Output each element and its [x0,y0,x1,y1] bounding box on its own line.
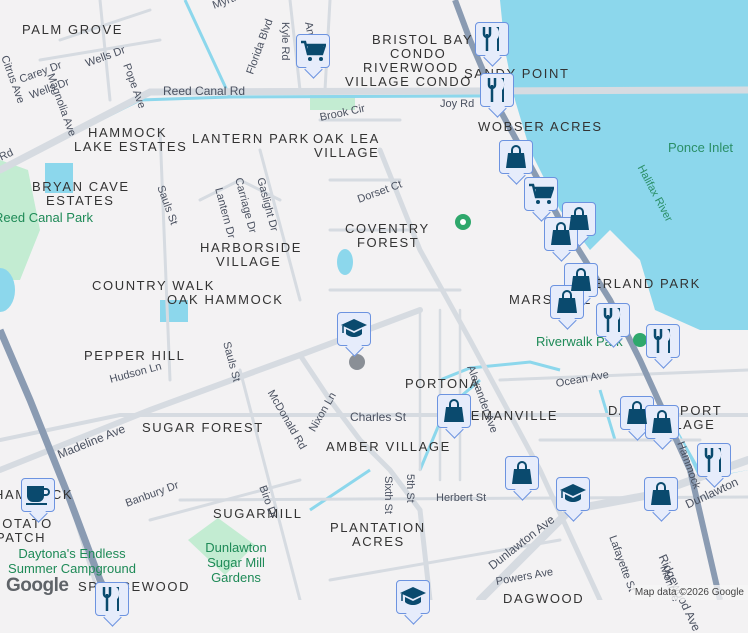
marker-grocery[interactable] [524,177,558,211]
shopping-bag-icon [505,145,527,169]
label-campground: Daytona's Endless Summer Campground [8,546,136,576]
marker-school[interactable] [337,312,371,346]
shopping-bag-icon [556,290,578,314]
shopping-bag-icon [443,399,465,423]
map-attribution[interactable]: Map data ©2026 Google [630,585,748,600]
street-reed-canal-rd: Reed Canal Rd [163,84,246,98]
marker-grocery[interactable] [296,34,330,68]
marker-school[interactable] [396,580,430,614]
marker-restaurant[interactable] [95,582,129,616]
shopping-bag-icon [651,410,673,434]
marker-restaurant[interactable] [646,324,680,358]
marker-shopping[interactable] [645,405,679,439]
label-sugar-forest: SUGAR FOREST [142,420,264,435]
street-herbert-st: Herbert St [436,492,487,504]
shopping-bag-icon [511,461,533,485]
graduation-cap-icon [399,586,427,608]
label-reed-canal-park: Reed Canal Park [0,210,93,225]
label-lake-estates: LAKE ESTATES [74,139,188,154]
street-charles-st: Charles St [350,410,407,424]
label-palm-grove: PALM GROVE [22,22,124,37]
fork-knife-icon [603,307,623,333]
label-sugarmill: SUGARMILL [213,506,303,521]
label-wobser-acres: WOBSER ACRES [478,119,603,134]
marker-restaurant[interactable] [480,73,514,107]
marker-shopping[interactable] [644,477,678,511]
google-logo: Google [6,575,69,596]
fork-knife-icon [482,26,502,52]
fork-knife-icon [704,447,724,473]
label-ponce-inlet: Ponce Inlet [668,140,734,155]
label-acres: ACRES [352,534,405,549]
map-canvas[interactable] [0,0,748,600]
marker-restaurant[interactable] [596,303,630,337]
label-estates: ESTATES [46,193,115,208]
fork-knife-icon [653,328,673,354]
label-harborside-village: VILLAGE [216,254,282,269]
shopping-cart-icon [300,40,326,62]
park-pin-icon [633,333,647,347]
label-forest: FOREST [357,235,420,250]
label-sugar-mill-gardens: Dunlawton Sugar Mill Gardens [205,540,267,585]
street-5th-st: 5th St [404,474,416,503]
marker-restaurant[interactable] [697,443,731,477]
marker-school[interactable] [556,477,590,511]
marker-restaurant[interactable] [475,22,509,56]
label-dagwood: DAGWOOD [503,591,585,606]
coffee-cup-icon [25,484,51,506]
school-pin-icon [349,354,365,370]
shopping-bag-icon [626,401,648,425]
label-lantern-park: LANTERN PARK [192,131,310,146]
marker-shopping[interactable] [499,140,533,174]
marker-cafe[interactable] [21,478,55,512]
graduation-cap-icon [559,483,587,505]
shopping-bag-icon [570,268,592,292]
fork-knife-icon [487,77,507,103]
street-kyle-rd: Kyle Rd [279,22,291,61]
shopping-cart-icon [528,183,554,205]
label-oak-lea-village: VILLAGE [314,145,380,160]
label-amber-village: AMBER VILLAGE [326,439,451,454]
label-patch: PATCH [0,530,47,545]
label-pepper-hill: PEPPER HILL [84,348,186,363]
shopping-bag-icon [550,222,572,246]
fork-knife-icon [102,586,122,612]
marker-shopping[interactable] [437,394,471,428]
street-joy-rd: Joy Rd [440,98,475,110]
shopping-bag-icon [650,482,672,506]
graduation-cap-icon [340,318,368,340]
street-sixth-st: Sixth St [382,476,394,514]
label-village-condo: VILLAGE CONDO [345,74,472,89]
label-oak-hammock: OAK HAMMOCK [167,292,284,307]
marker-shopping[interactable] [505,456,539,490]
